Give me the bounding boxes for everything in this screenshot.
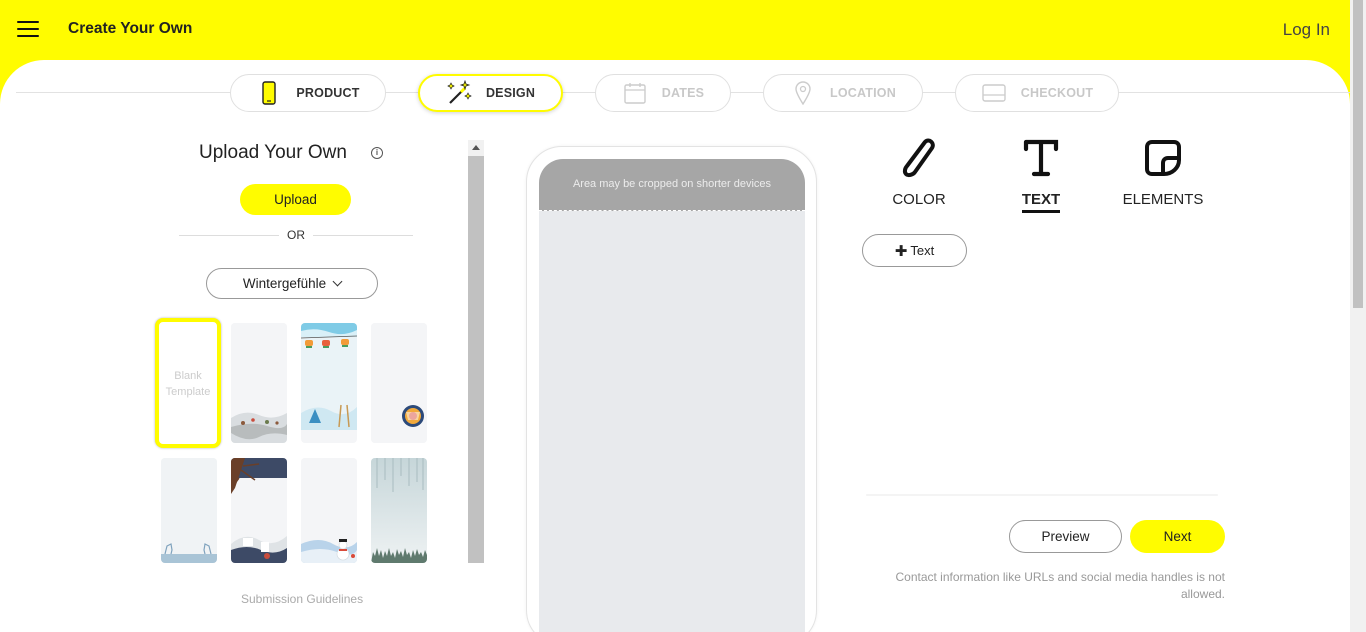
page-scrollbar-thumb[interactable] (1353, 0, 1363, 308)
login-link[interactable]: Log In (1283, 20, 1330, 40)
design-canvas[interactable]: Area may be cropped on shorter devices (539, 159, 805, 632)
template-winter-village[interactable] (231, 323, 287, 443)
template-reindeer[interactable] (161, 458, 217, 563)
scroll-up-arrow-icon[interactable] (472, 145, 480, 150)
step-dates[interactable]: DATES (595, 74, 731, 112)
snowman-art (301, 458, 357, 563)
step-label: DATES (661, 86, 705, 100)
text-icon (986, 136, 1096, 180)
hamburger-menu-icon[interactable] (17, 21, 39, 38)
brush-icon (864, 136, 974, 180)
card-icon (981, 80, 1007, 106)
tool-color[interactable]: COLOR (864, 136, 974, 209)
template-blank[interactable]: Blank Template (155, 318, 221, 448)
chevron-down-icon (332, 276, 343, 287)
location-pin-icon (790, 80, 816, 106)
upload-title: Upload Your Own (199, 142, 347, 163)
template-snowman[interactable] (301, 458, 357, 563)
calendar-icon (622, 80, 648, 106)
or-divider-right (313, 235, 413, 236)
tool-label: ELEMENTS (1122, 191, 1204, 208)
next-button[interactable]: Next (1130, 520, 1225, 553)
winter-tree-art (231, 458, 287, 563)
upload-button[interactable]: Upload (240, 184, 351, 215)
template-snow-badge[interactable] (371, 323, 427, 443)
tool-text[interactable]: TEXT (986, 136, 1096, 213)
templates-scrollbar[interactable] (468, 140, 484, 563)
step-location[interactable]: LOCATION (763, 74, 923, 112)
snowy-forest-art (371, 458, 427, 563)
tool-elements[interactable]: ELEMENTS (1108, 136, 1218, 209)
magic-wand-icon (446, 80, 472, 106)
ski-lift-art (301, 323, 357, 430)
tool-label: COLOR (892, 191, 946, 208)
templates-scrollbar-thumb[interactable] (468, 156, 484, 563)
template-label: Blank Template (165, 370, 211, 398)
template-ski-lift[interactable] (301, 323, 357, 443)
step-label: CHECKOUT (1020, 86, 1094, 100)
step-product[interactable]: PRODUCT (230, 74, 386, 112)
add-text-button[interactable]: ✚ Text (862, 234, 967, 267)
phone-icon (256, 80, 282, 106)
preview-button[interactable]: Preview (1009, 520, 1122, 553)
contact-info-note: Contact information like URLs and social… (895, 570, 1225, 601)
top-bar: Create Your Own Log In (0, 0, 1350, 62)
step-checkout[interactable]: CHECKOUT (955, 74, 1119, 112)
phone-frame: Area may be cropped on shorter devices (526, 146, 817, 632)
plus-icon: ✚ (894, 242, 908, 260)
crop-warning: Area may be cropped on shorter devices (539, 159, 805, 211)
theme-selected-value: Wintergefühle (242, 276, 327, 291)
theme-dropdown[interactable]: Wintergefühle (206, 268, 378, 299)
info-icon[interactable]: i (371, 147, 383, 159)
snow-badge-art (371, 323, 427, 443)
step-label: PRODUCT (296, 86, 360, 100)
step-label: LOCATION (830, 86, 896, 100)
add-text-label: Text (910, 243, 935, 258)
submission-guidelines-link[interactable]: Submission Guidelines (241, 592, 363, 606)
reindeer-art (161, 458, 217, 563)
sticker-icon (1108, 136, 1218, 180)
or-divider-left (179, 235, 279, 236)
panel-divider (866, 494, 1218, 496)
step-design[interactable]: DESIGN (418, 74, 563, 112)
tool-label: TEXT (1021, 191, 1061, 213)
step-label: DESIGN (485, 86, 536, 100)
page-title: Create Your Own (68, 20, 193, 37)
or-label: OR (287, 228, 305, 242)
template-snowy-forest[interactable] (371, 458, 427, 563)
template-winter-tree[interactable] (231, 458, 287, 563)
winter-village-art (231, 323, 287, 443)
page-scrollbar[interactable] (1350, 0, 1366, 632)
